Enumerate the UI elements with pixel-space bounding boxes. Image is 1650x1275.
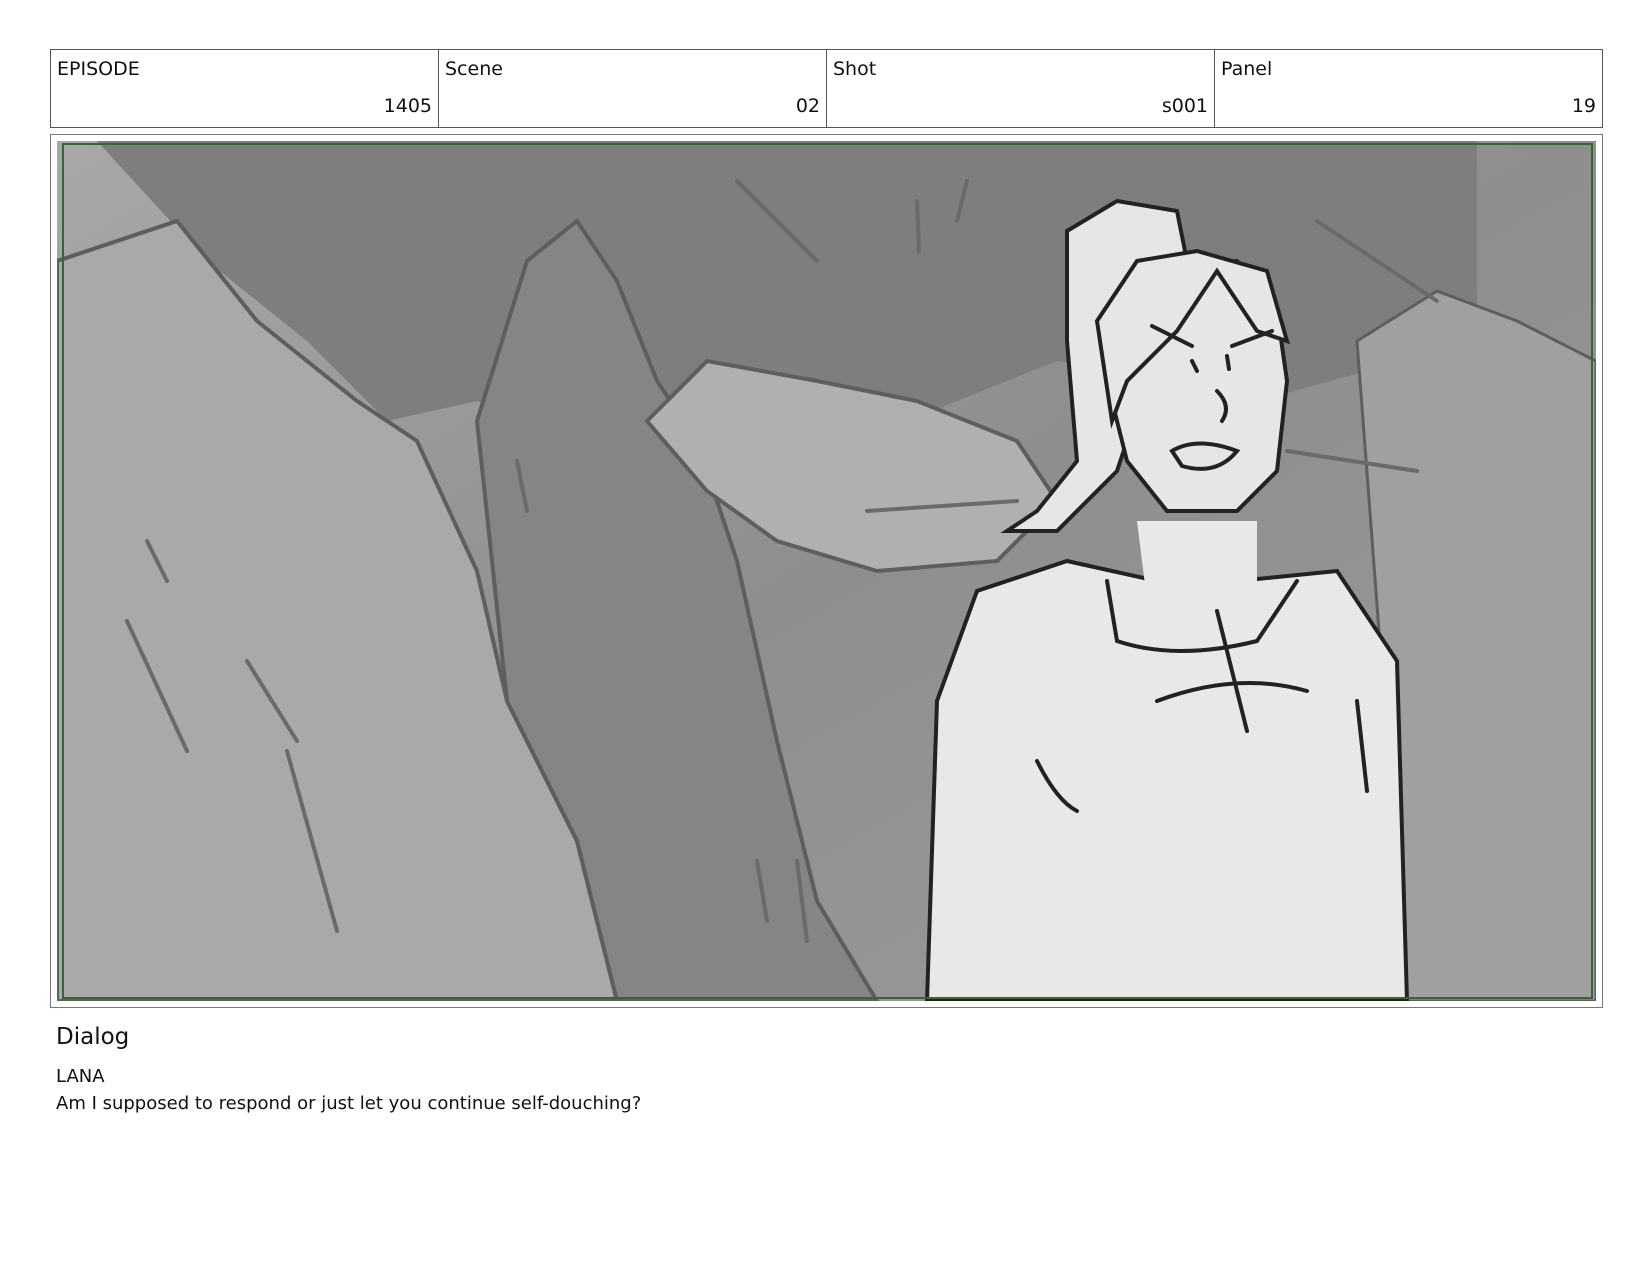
- panel-cell: Panel 19: [1215, 50, 1602, 127]
- dialog-heading: Dialog: [56, 1024, 130, 1050]
- episode-label: EPISODE: [57, 58, 140, 80]
- shot-cell: Shot s001: [827, 50, 1215, 127]
- panel-value: 19: [1571, 95, 1596, 117]
- storyboard-sketch-image: [57, 141, 1596, 1001]
- shot-label: Shot: [833, 58, 877, 80]
- dialog-line: Am I supposed to respond or just let you…: [56, 1093, 642, 1114]
- episode-cell: EPISODE 1405: [51, 50, 439, 127]
- storyboard-sketch-svg: [57, 141, 1596, 1001]
- panel-info-table: EPISODE 1405 Scene 02 Shot s001 Panel 19: [50, 49, 1603, 128]
- scene-label: Scene: [445, 58, 503, 80]
- dialog-character: LANA: [56, 1066, 105, 1087]
- scene-value: 02: [795, 95, 820, 117]
- episode-value: 1405: [383, 95, 432, 117]
- torso: [924, 558, 1410, 1001]
- panel-label: Panel: [1221, 58, 1273, 80]
- scene-cell: Scene 02: [439, 50, 827, 127]
- neck: [1137, 521, 1257, 601]
- shot-value: s001: [1161, 95, 1208, 117]
- storyboard-panel-frame: [50, 134, 1603, 1008]
